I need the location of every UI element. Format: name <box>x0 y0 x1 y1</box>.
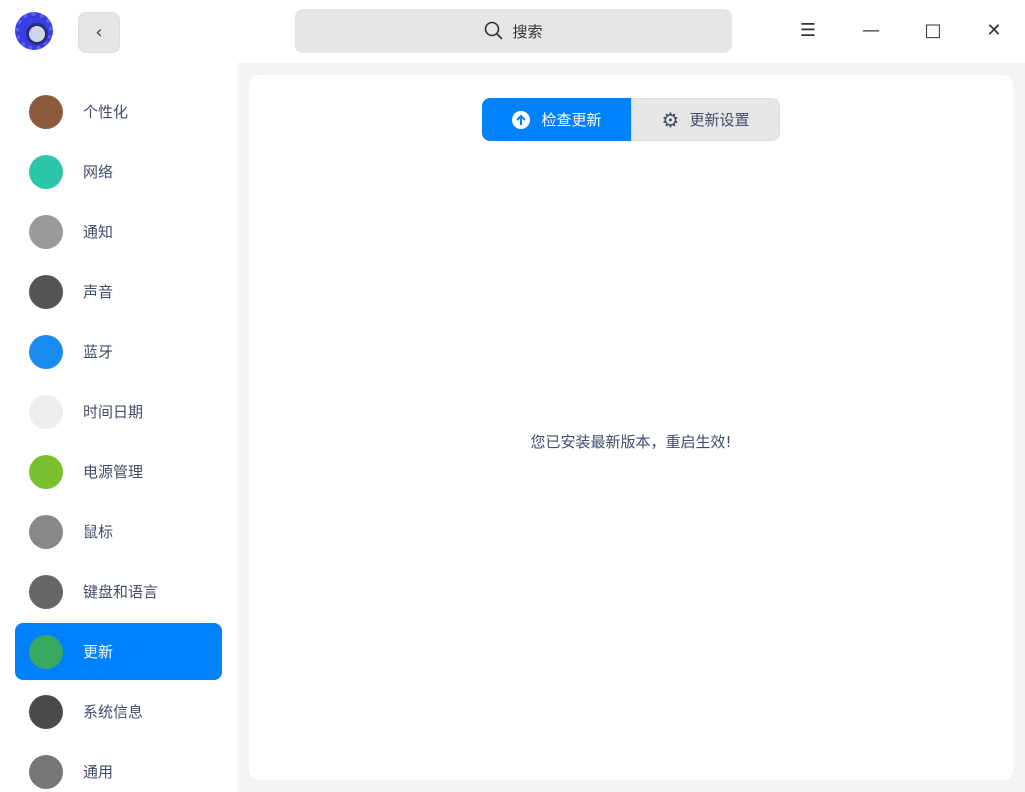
tab-check-update[interactable]: 检查更新 <box>482 98 631 141</box>
sidebar-item-label: 系统信息 <box>83 703 144 721</box>
gear-icon: ⚙ <box>661 107 680 132</box>
tab-label: 检查更新 <box>541 111 602 129</box>
sidebar-item-label: 键盘和语言 <box>83 583 159 601</box>
sidebar-item-2[interactable]: 通知 <box>15 203 222 260</box>
sidebar-item-label: 蓝牙 <box>83 343 114 361</box>
sidebar-item-0[interactable]: 个性化 <box>15 83 222 140</box>
sidebar-item-label: 网络 <box>83 163 114 181</box>
sidebar-item-icon <box>29 214 63 249</box>
search-input[interactable]: 搜索 <box>295 9 732 53</box>
sidebar-item-3[interactable]: 声音 <box>15 263 222 320</box>
minimize-icon: — <box>862 20 880 41</box>
sidebar-item-icon <box>29 334 63 369</box>
maximize-button[interactable]: □ <box>918 16 948 46</box>
content-card: 检查更新 ⚙ 更新设置 您已安装最新版本，重启生效! <box>249 75 1013 780</box>
sidebar-item-icon <box>29 634 63 669</box>
minimize-button[interactable]: — <box>856 16 886 46</box>
status-message: 您已安装最新版本，重启生效! <box>530 433 732 451</box>
arrow-up-circle-icon <box>512 110 531 129</box>
sidebar-item-label: 鼠标 <box>83 523 114 541</box>
maximize-icon: □ <box>924 20 942 41</box>
sidebar-item-label: 更新 <box>83 643 114 661</box>
sidebar-item-label: 通用 <box>83 763 114 781</box>
sidebar-item-label: 电源管理 <box>83 463 144 481</box>
sidebar-item-label: 通知 <box>83 223 114 241</box>
sidebar-item-icon <box>29 694 63 729</box>
sidebar-item-9[interactable]: 更新 <box>15 623 222 680</box>
tab-label: 更新设置 <box>689 111 750 129</box>
menu-button[interactable]: ☰ <box>793 16 823 46</box>
sidebar-item-6[interactable]: 电源管理 <box>15 443 222 500</box>
tab-switcher: 检查更新 ⚙ 更新设置 <box>482 98 780 141</box>
sidebar-item-7[interactable]: 鼠标 <box>15 503 222 560</box>
sidebar-item-icon <box>29 754 63 789</box>
sidebar-item-icon <box>29 274 63 309</box>
chevron-left-icon: ‹ <box>95 22 103 43</box>
main-panel: 检查更新 ⚙ 更新设置 您已安装最新版本，重启生效! <box>237 63 1025 792</box>
close-button[interactable]: ✕ <box>979 16 1009 46</box>
sidebar-item-8[interactable]: 键盘和语言 <box>15 563 222 620</box>
close-icon: ✕ <box>986 20 1002 41</box>
sidebar-item-4[interactable]: 蓝牙 <box>15 323 222 380</box>
back-button[interactable]: ‹ <box>78 12 120 53</box>
sidebar-item-10[interactable]: 系统信息 <box>15 683 222 740</box>
tab-update-settings[interactable]: ⚙ 更新设置 <box>631 98 780 141</box>
sidebar-item-label: 声音 <box>83 283 114 301</box>
sidebar-item-label: 时间日期 <box>83 403 144 421</box>
sidebar-item-label: 个性化 <box>83 103 129 121</box>
sidebar-item-icon <box>29 574 63 609</box>
app-logo-icon <box>15 12 53 50</box>
sidebar: 个性化网络通知声音蓝牙时间日期电源管理鼠标键盘和语言更新系统信息通用 <box>0 63 237 792</box>
sidebar-item-icon <box>29 454 63 489</box>
search-icon <box>485 21 504 40</box>
sidebar-item-11[interactable]: 通用 <box>15 743 222 792</box>
menu-icon: ☰ <box>799 20 817 41</box>
sidebar-item-icon <box>29 514 63 549</box>
sidebar-item-1[interactable]: 网络 <box>15 143 222 200</box>
sidebar-item-icon <box>29 394 63 429</box>
sidebar-item-5[interactable]: 时间日期 <box>15 383 222 440</box>
sidebar-item-icon <box>29 94 63 129</box>
sidebar-item-icon <box>29 154 63 189</box>
title-bar: ‹ 搜索 ☰ — □ ✕ <box>0 0 1025 63</box>
search-placeholder: 搜索 <box>512 22 543 41</box>
